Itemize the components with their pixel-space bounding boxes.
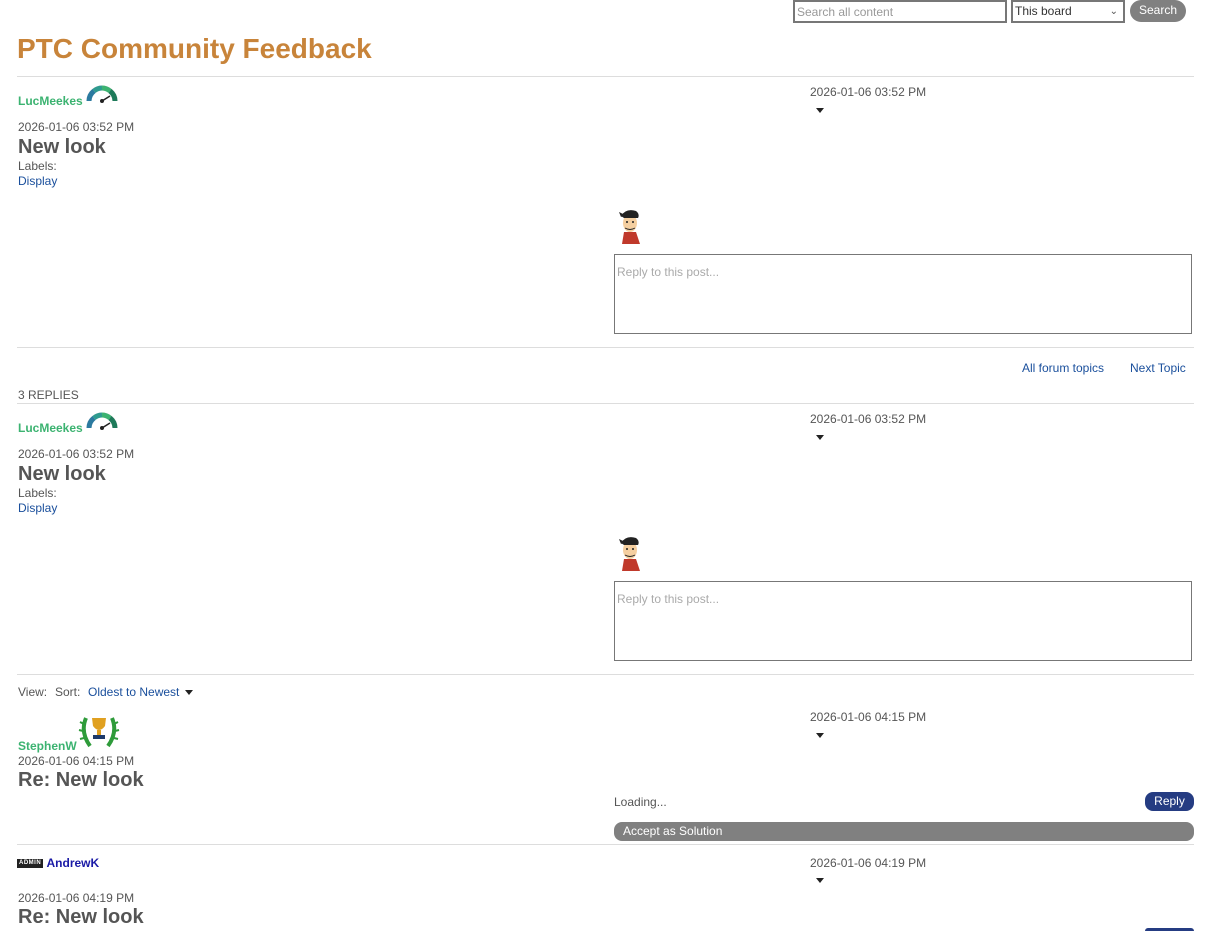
post-date: 2026-01-06 03:52 PM [18,447,135,461]
post-title: New look [18,136,106,158]
chevron-down-icon: ⌄ [1109,6,1118,17]
reply-placeholder: Reply to this post... [617,265,720,279]
post-date: 2026-01-06 04:15 PM [18,754,135,768]
caret-down-icon[interactable] [816,435,824,440]
divider [17,674,1194,675]
rank-gauge-icon [86,412,118,430]
label-link[interactable]: Display [18,501,57,515]
caret-down-icon[interactable] [816,878,824,883]
post-date: 2026-01-06 03:52 PM [18,120,135,134]
replies-count: 3 REPLIES [18,388,79,402]
label-link[interactable]: Display [18,174,57,188]
author-name[interactable]: LucMeekes [18,94,83,108]
trophy-wreath-icon [78,717,120,748]
admin-badge: ADMIN [17,859,44,869]
next-topic-link[interactable]: Next Topic [1130,361,1186,375]
divider [17,403,1194,404]
view-label: View: [18,685,48,699]
page-title: PTC Community Feedback [17,33,372,64]
post-title: Re: New look [18,769,144,791]
sort-label: Sort: [55,685,81,699]
caret-down-icon[interactable] [185,690,193,695]
search-scope-select[interactable]: This board ⌄ [1011,0,1125,23]
post-date: 2026-01-06 04:19 PM [18,891,135,905]
divider [17,347,1194,348]
reply-input[interactable]: Reply to this post... [614,254,1192,334]
author-name[interactable]: StephenW [18,739,77,753]
author-name[interactable]: LucMeekes [18,421,83,435]
caret-down-icon[interactable] [816,108,824,113]
sort-dropdown[interactable]: Oldest to Newest [88,685,179,699]
all-forum-topics-link[interactable]: All forum topics [1022,361,1104,375]
reply-placeholder: Reply to this post... [617,592,720,606]
loading-text: Loading... [614,795,667,809]
user-avatar-icon [614,206,646,244]
reply-button[interactable]: Reply [1145,792,1194,811]
post-title: Re: New look [18,906,144,928]
post-date-header: 2026-01-06 04:15 PM [810,710,927,724]
search-input[interactable] [793,0,1007,23]
search-button[interactable]: Search [1130,0,1186,22]
post-title: New look [18,463,106,485]
author-name[interactable]: AndrewK [47,856,100,870]
rank-gauge-icon [86,85,118,103]
labels-caption: Labels: [18,159,57,173]
caret-down-icon[interactable] [816,733,824,738]
post-date-header: 2026-01-06 04:19 PM [810,856,927,870]
user-avatar-icon [614,533,646,571]
post-date-header: 2026-01-06 03:52 PM [810,412,927,426]
reply-input[interactable]: Reply to this post... [614,581,1192,661]
post-date-header: 2026-01-06 03:52 PM [810,85,927,99]
accept-solution-button[interactable]: Accept as Solution [614,822,1194,841]
divider [17,844,1194,845]
labels-caption: Labels: [18,486,57,500]
author-row: ADMIN AndrewK [17,856,99,870]
search-scope-value: This board [1015,4,1072,18]
divider [17,76,1194,77]
